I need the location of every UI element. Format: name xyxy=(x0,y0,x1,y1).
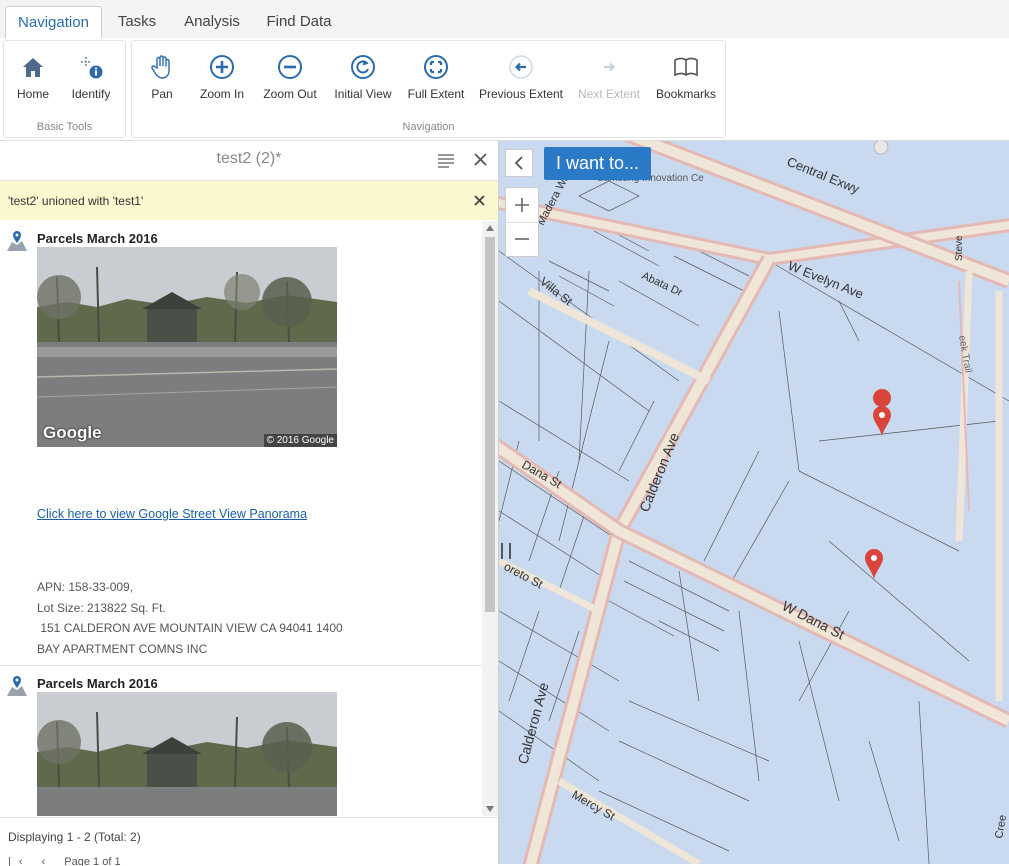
collapse-panel-button[interactable] xyxy=(505,149,533,177)
tab-analysis[interactable]: Analysis xyxy=(176,6,248,37)
pan-button[interactable]: Pan xyxy=(142,53,182,101)
zoom-out-label: Zoom Out xyxy=(263,87,317,101)
full-extent-button[interactable]: Full Extent xyxy=(406,53,466,101)
result-layer-title: Parcels March 2016 xyxy=(37,231,158,246)
book-icon xyxy=(674,57,698,77)
list-menu-icon[interactable] xyxy=(437,152,455,168)
i-want-to-menu[interactable]: I want to... xyxy=(544,147,652,180)
map-pin-icon xyxy=(7,231,27,251)
notice-text: 'test2' unioned with 'test1' xyxy=(8,194,144,208)
initial-view-button[interactable]: Initial View xyxy=(332,53,394,101)
zoom-controls xyxy=(505,187,539,257)
refresh-icon xyxy=(351,55,375,79)
previous-extent-label: Previous Extent xyxy=(478,87,564,101)
zoom-in-button[interactable]: Zoom In xyxy=(196,53,248,101)
home-button[interactable]: Home xyxy=(12,53,54,101)
street-view-link[interactable]: Click here to view Google Street View Pa… xyxy=(37,507,307,521)
zoom-in-label: Zoom In xyxy=(199,87,244,101)
result-attribute: APN: 158-33-009, xyxy=(37,580,134,594)
result-attribute: BAY APARTMENT COMNS INC xyxy=(37,642,208,656)
minus-icon xyxy=(515,238,529,240)
home-label: Home xyxy=(16,87,49,101)
back-arrow-icon xyxy=(509,55,533,79)
navigation-group-label: Navigation xyxy=(402,121,455,133)
street-view-photo xyxy=(37,692,337,816)
scroll-down-icon[interactable] xyxy=(486,806,494,812)
map-view[interactable]: Central Exwy W Evelyn Ave Madera Way Aba… xyxy=(499,141,1009,864)
results-panel: test2 (2)* 'test2' unioned with 'test1' … xyxy=(0,141,499,866)
tab-tasks[interactable]: Tasks xyxy=(108,6,166,37)
result-layer-title: Parcels March 2016 xyxy=(37,676,158,691)
forward-arrow-icon xyxy=(604,62,616,72)
next-extent-label: Next Extent xyxy=(577,87,641,101)
tab-bar: Navigation Tasks Analysis Find Data xyxy=(0,0,1009,39)
street-view-photo: Google © 2016 Google xyxy=(37,247,337,447)
map-zoom-out-button[interactable] xyxy=(506,222,538,256)
street-view-image xyxy=(37,247,337,447)
result-count: Displaying 1 - 2 (Total: 2) xyxy=(8,830,141,844)
initial-view-label: Initial View xyxy=(334,87,392,101)
ribbon-toolbar: Home Identify Basic Tools Pan Zoom In Zo… xyxy=(0,38,1009,141)
panel-title: test2 (2)* xyxy=(216,150,282,167)
next-extent-button[interactable]: Next Extent xyxy=(576,53,642,101)
hand-icon xyxy=(151,55,170,79)
bookmarks-button[interactable]: Bookmarks xyxy=(654,53,718,101)
home-icon xyxy=(23,58,43,77)
list-item[interactable]: Parcels March 2016 xyxy=(0,666,482,816)
zoom-in-icon xyxy=(210,55,234,79)
basic-tools-group-label: Basic Tools xyxy=(36,121,93,133)
panel-header: test2 (2)* xyxy=(0,141,498,181)
pager-controls[interactable]: |‹ ‹ xyxy=(8,856,64,866)
scroll-up-icon[interactable] xyxy=(486,225,494,231)
map-pin-icon xyxy=(7,676,27,696)
splitter-handle[interactable] xyxy=(501,543,511,559)
street-view-image xyxy=(37,692,337,816)
map-zoom-in-button[interactable] xyxy=(506,188,538,223)
close-icon[interactable] xyxy=(474,153,487,166)
union-notice: 'test2' unioned with 'test1' xyxy=(0,181,498,220)
identify-button[interactable]: Identify xyxy=(66,53,116,101)
zoom-out-icon xyxy=(278,55,302,79)
tab-find-data[interactable]: Find Data xyxy=(258,6,340,37)
map-canvas[interactable]: Central Exwy W Evelyn Ave Madera Way Aba… xyxy=(499,141,1009,864)
list-item[interactable]: Parcels March 2016 Google © 2016 Google … xyxy=(0,221,482,666)
photo-copyright: © 2016 Google xyxy=(263,434,337,447)
zoom-out-button[interactable]: Zoom Out xyxy=(260,53,320,101)
identify-label: Identify xyxy=(71,87,111,101)
plus-icon xyxy=(515,198,529,212)
pager: |‹ ‹ Page 1 of 1 xyxy=(8,856,121,866)
previous-extent-button[interactable]: Previous Extent xyxy=(478,53,564,101)
scrollbar-thumb[interactable] xyxy=(485,237,495,612)
full-extent-icon xyxy=(424,55,448,79)
tab-navigation[interactable]: Navigation xyxy=(5,6,102,39)
result-attribute: Lot Size: 213822 Sq. Ft. xyxy=(37,601,166,615)
navigation-group: Pan Zoom In Zoom Out Initial View Full E… xyxy=(131,40,726,138)
pan-label: Pan xyxy=(151,87,173,101)
results-footer: Displaying 1 - 2 (Total: 2) |‹ ‹ Page 1 … xyxy=(0,817,498,866)
pager-text: Page 1 of 1 xyxy=(64,856,121,866)
results-scrollbar[interactable] xyxy=(482,221,498,816)
bookmarks-label: Bookmarks xyxy=(655,87,717,101)
basic-tools-group: Home Identify Basic Tools xyxy=(3,40,126,138)
full-extent-label: Full Extent xyxy=(407,87,465,101)
map-road-label: Steve xyxy=(954,235,965,261)
results-list: Parcels March 2016 Google © 2016 Google … xyxy=(0,221,482,816)
google-logo: Google xyxy=(43,423,102,442)
identify-icon xyxy=(81,57,103,79)
result-attribute: 151 CALDERON AVE MOUNTAIN VIEW CA 94041 … xyxy=(37,621,343,635)
chevron-left-icon xyxy=(514,156,523,170)
dismiss-notice-icon[interactable] xyxy=(474,195,485,206)
